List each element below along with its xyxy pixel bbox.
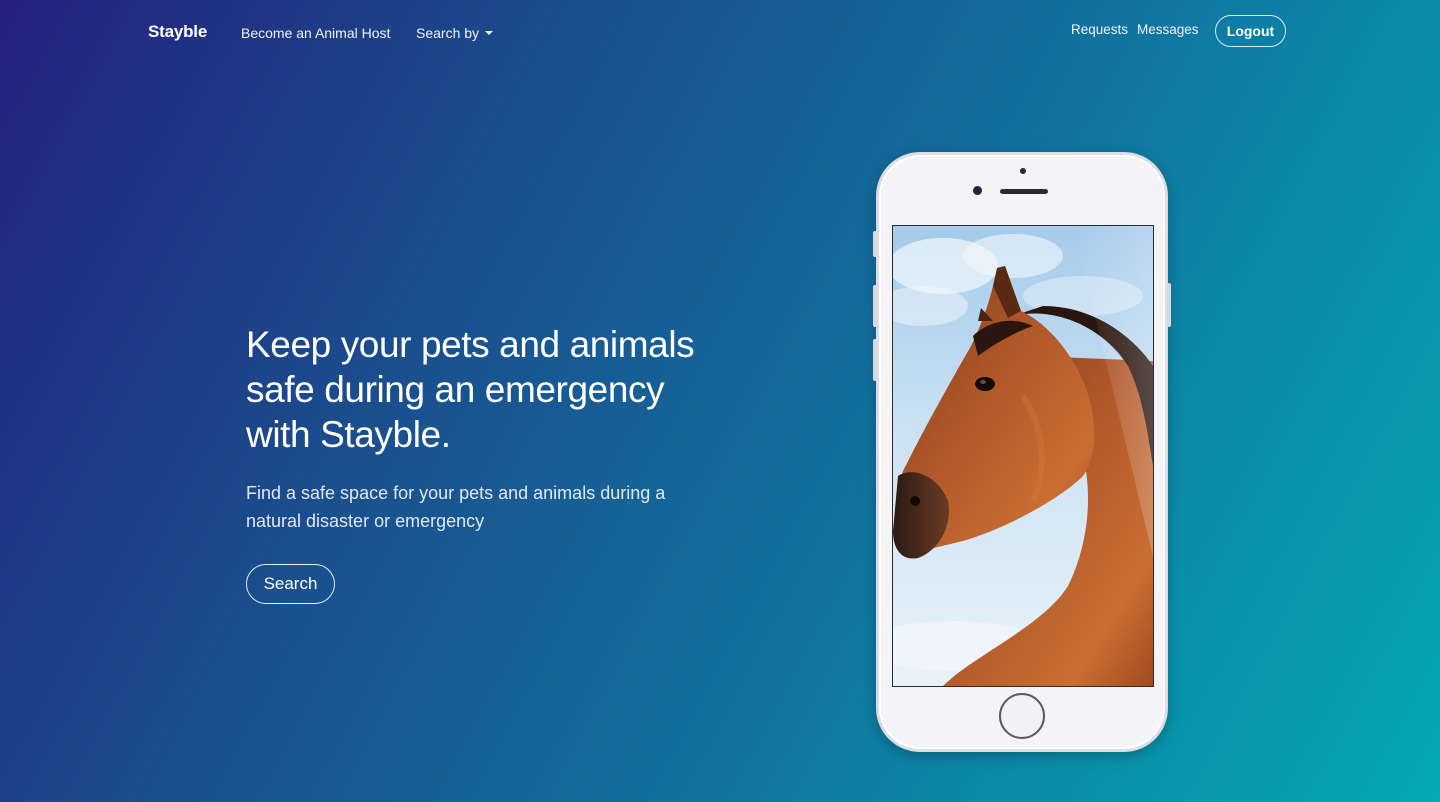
search-by-label: Search by <box>416 25 480 41</box>
logout-button[interactable]: Logout <box>1215 15 1286 47</box>
phone-sensor <box>1020 168 1026 174</box>
phone-volume-down <box>873 339 877 381</box>
nav-search-by-dropdown[interactable]: Search by <box>416 25 494 41</box>
phone-volume-up <box>873 285 877 327</box>
horse-photo <box>893 226 1153 686</box>
hero-title: Keep your pets and animals safe during a… <box>246 324 695 455</box>
nav-messages-link[interactable]: Messages <box>1137 22 1199 37</box>
phone-mockup <box>873 152 1171 752</box>
phone-camera <box>973 186 982 195</box>
hero-search-button[interactable]: Search <box>246 564 335 604</box>
phone-home-button <box>999 693 1045 739</box>
nav-requests-link[interactable]: Requests <box>1071 22 1128 37</box>
nav-become-host-link[interactable]: Become an Animal Host <box>241 25 390 41</box>
caret-down-icon <box>485 31 494 36</box>
hero-subtitle: Find a safe space for your pets and anim… <box>246 483 666 531</box>
phone-screen <box>892 225 1154 687</box>
brand-logo[interactable]: Stayble <box>148 22 207 42</box>
phone-power-button <box>1167 283 1171 327</box>
phone-speaker <box>1000 189 1048 194</box>
phone-mute-switch <box>873 231 877 257</box>
